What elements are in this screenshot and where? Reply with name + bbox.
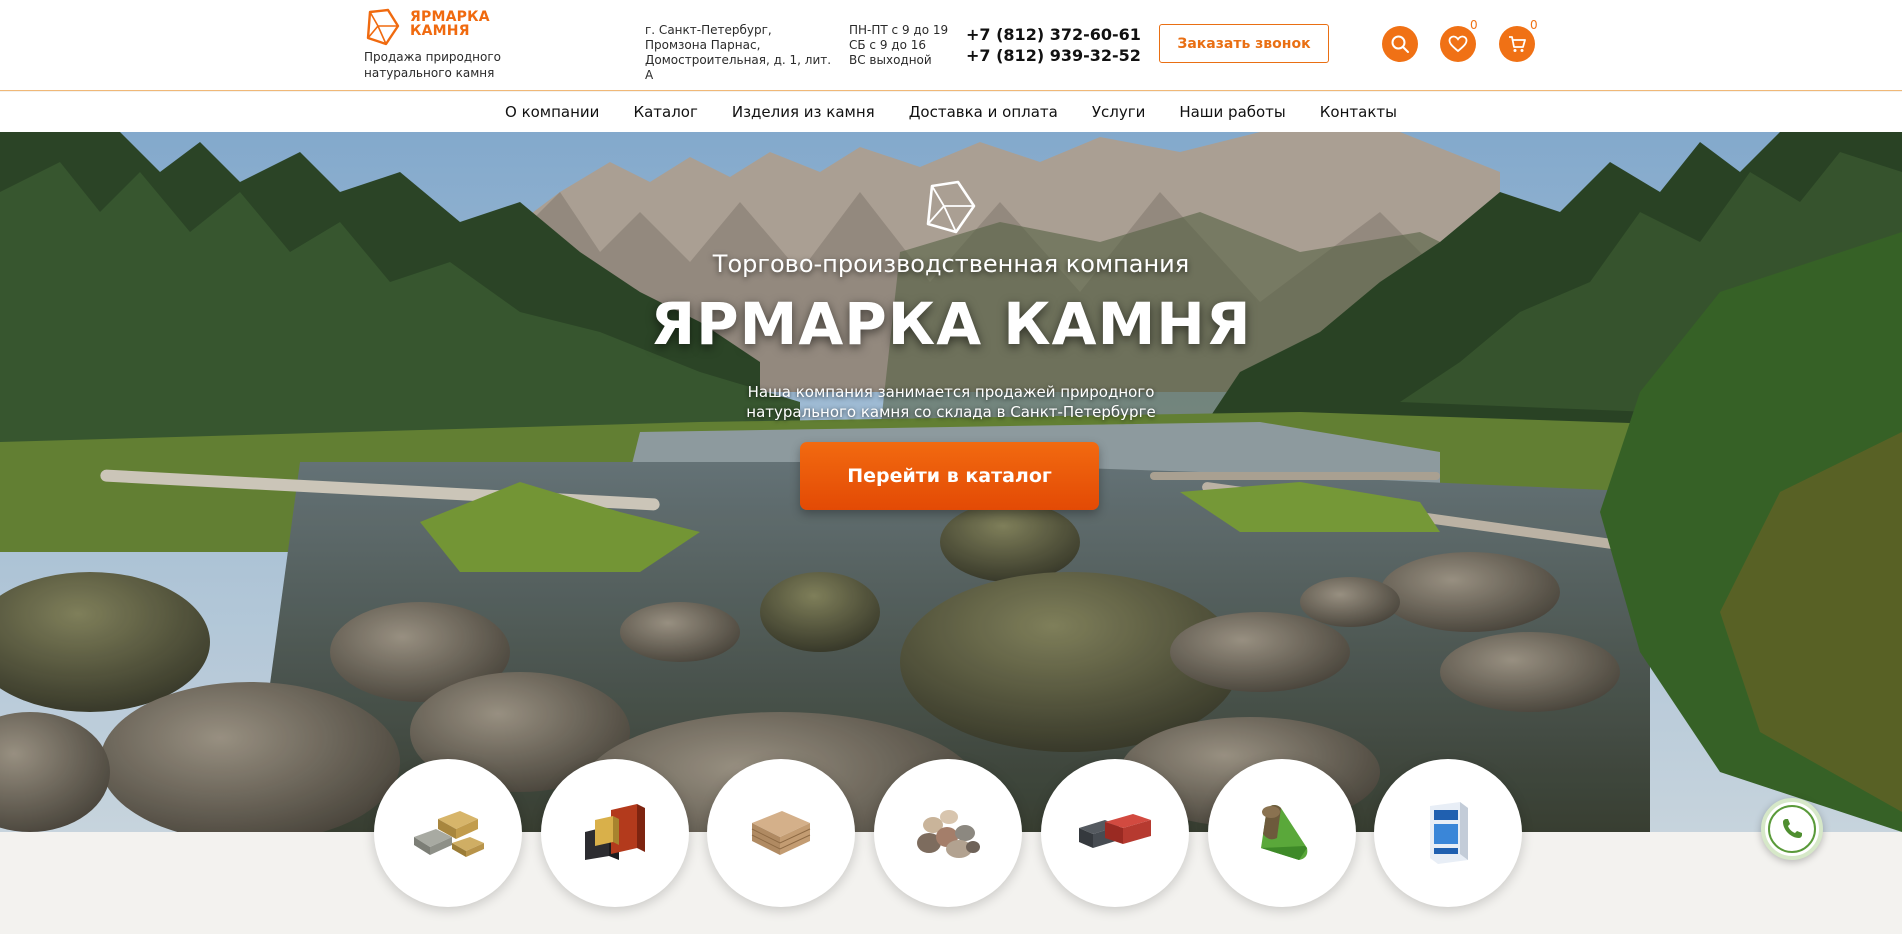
phone-link-1[interactable]: +7 (812) 372-60-61 <box>966 24 1141 45</box>
search-icon <box>1391 35 1409 53</box>
main-nav: О компании Каталог Изделия из камня Дост… <box>0 92 1902 132</box>
hours-line: СБ с 9 до 16 <box>849 38 927 52</box>
stone-logo-icon <box>926 180 976 234</box>
logo-tagline: Продажа природного натурального камня <box>364 50 501 80</box>
category-circles <box>374 759 1524 909</box>
nav-item-works[interactable]: Наши работы <box>1162 92 1302 132</box>
phone-link-2[interactable]: +7 (812) 939-32-52 <box>966 45 1141 66</box>
category-flagstone[interactable] <box>707 759 855 907</box>
hero-title: ЯРМАРКА КАМНЯ <box>650 290 1252 358</box>
callback-button[interactable]: Заказать звонок <box>1159 24 1329 63</box>
favorites-count-badge: 0 <box>1470 18 1478 32</box>
page: ЯРМАРКА КАМНЯ Продажа природного натурал… <box>0 0 1902 934</box>
phones: +7 (812) 372-60-61 +7 (812) 939-32-52 <box>966 24 1141 66</box>
cart-count-badge: 0 <box>1530 18 1538 32</box>
category-dry-mix[interactable] <box>1374 759 1522 907</box>
pebbles-icon <box>917 810 980 858</box>
hero-description-line: Наша компания занимается продажей природ… <box>747 383 1155 401</box>
mix-bag-icon <box>1430 802 1468 864</box>
hero-description-line: натурального камня со склада в Санкт-Пет… <box>746 403 1156 421</box>
nav-item-services[interactable]: Услуги <box>1075 92 1162 132</box>
go-to-catalog-button[interactable]: Перейти в каталог <box>800 442 1099 510</box>
address-line: Промзона Парнас, <box>645 38 761 52</box>
hero-description: Наша компания занимается продажей природ… <box>711 382 1191 422</box>
nav-item-stone-products[interactable]: Изделия из камня <box>715 92 892 132</box>
category-pebbles[interactable] <box>874 759 1022 907</box>
stone-blocks-icon <box>414 811 484 857</box>
logo-name-line1: ЯРМАРКА <box>410 9 490 25</box>
nav-item-catalog[interactable]: Каталог <box>616 92 714 132</box>
nav-item-contacts[interactable]: Контакты <box>1303 92 1414 132</box>
working-hours: ПН-ПТ с 9 до 19 СБ с 9 до 16 ВС выходной <box>849 23 959 68</box>
hero-banner: Торгово-производственная компания ЯРМАРК… <box>0 132 1902 832</box>
logo-name-line2: КАМНЯ <box>410 23 470 39</box>
logo[interactable]: ЯРМАРКА КАМНЯ <box>364 8 490 46</box>
stone-logo-icon <box>366 8 400 46</box>
flagstone-icon <box>751 811 811 855</box>
category-facing-brick[interactable] <box>541 759 689 907</box>
phone-icon <box>1783 819 1802 838</box>
nav-item-about[interactable]: О компании <box>488 92 616 132</box>
search-button[interactable] <box>1382 26 1418 62</box>
turf-roll-icon <box>1261 805 1308 860</box>
cart-icon <box>1509 36 1526 52</box>
logo-text: ЯРМАРКА КАМНЯ <box>410 10 490 38</box>
category-stone-blocks[interactable] <box>374 759 522 907</box>
hero-pretitle: Торгово-производственная компания <box>712 250 1190 278</box>
facing-brick-icon <box>585 804 645 860</box>
site-header: ЯРМАРКА КАМНЯ Продажа природного натурал… <box>0 0 1902 91</box>
hours-line: ПН-ПТ с 9 до 19 <box>849 23 949 37</box>
category-paving-stone[interactable] <box>1041 759 1189 907</box>
paving-stone-icon <box>1079 814 1151 848</box>
heart-icon <box>1448 35 1468 53</box>
category-turf-roll[interactable] <box>1208 759 1356 907</box>
floating-call-button[interactable] <box>1761 798 1823 860</box>
address: г. Санкт-Петербург, Промзона Парнас, Дом… <box>645 23 835 83</box>
address-line: г. Санкт-Петербург, <box>645 23 772 37</box>
hours-line: ВС выходной <box>849 53 932 67</box>
phone-ring <box>1768 805 1816 853</box>
nav-item-delivery[interactable]: Доставка и оплата <box>892 92 1075 132</box>
address-line: Домостроительная, д. 1, лит. А <box>645 53 832 82</box>
